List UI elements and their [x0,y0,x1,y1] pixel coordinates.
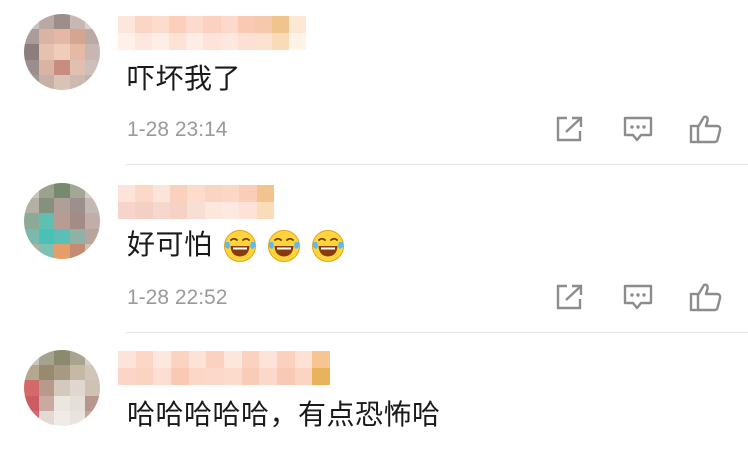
comment-text: 吓坏我了 [127,62,242,95]
comment-text-content: 好可怕 [127,228,213,261]
reply-button[interactable] [621,114,655,144]
like-button[interactable] [689,282,723,312]
thumbs-up-icon [689,115,722,144]
share-button[interactable] [553,282,587,312]
comment-feed: 吓坏我了 1-28 23:14 好可怕 1-28 22:52 哈哈哈哈哈，有点恐… [0,0,748,452]
reply-icon [623,284,653,310]
comment-text: 好可怕 [127,227,345,263]
avatar[interactable] [24,14,100,90]
laughing-tears-emoji [223,230,256,262]
share-icon [556,116,583,142]
reply-icon [623,116,653,142]
comment-text: 哈哈哈哈哈，有点恐怖哈 [127,398,441,431]
laughing-tears-emoji [267,230,300,262]
avatar[interactable] [24,183,100,259]
share-icon [556,284,583,310]
thumbs-up-icon [689,283,722,312]
comment-timestamp: 1-28 23:14 [127,118,228,141]
laughing-tears-emoji [311,230,344,262]
username[interactable] [118,16,306,50]
comment-timestamp: 1-28 22:52 [127,286,228,309]
username[interactable] [118,185,274,219]
comment-item: 吓坏我了 1-28 23:14 [0,0,748,165]
share-button[interactable] [553,114,587,144]
comment-item: 哈哈哈哈哈，有点恐怖哈 [0,333,748,452]
reply-button[interactable] [621,282,655,312]
avatar[interactable] [24,350,100,426]
username[interactable] [118,351,330,385]
comment-item: 好可怕 1-28 22:52 [0,165,748,333]
like-button[interactable] [689,114,723,144]
